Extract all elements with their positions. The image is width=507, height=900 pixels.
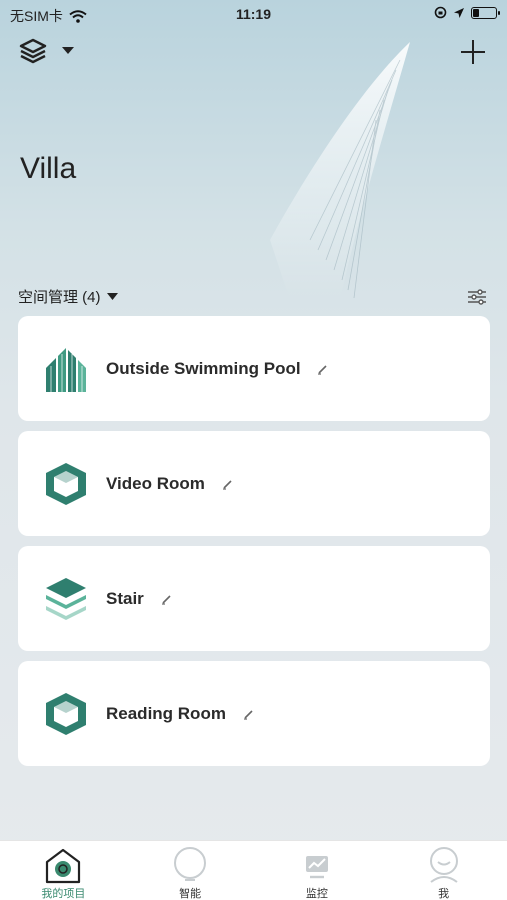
- space-management-dropdown[interactable]: 空间管理 (4): [18, 286, 118, 307]
- hexagon-box-icon: [46, 693, 86, 735]
- room-name: Outside Swimming Pool: [106, 359, 329, 379]
- tab-me[interactable]: 我: [380, 841, 507, 900]
- room-name: Stair: [106, 589, 173, 609]
- edit-icon[interactable]: [161, 593, 173, 605]
- room-name-text: Video Room: [106, 473, 205, 493]
- hexagon-box-icon: [46, 463, 86, 505]
- user-icon: [429, 847, 458, 883]
- location-icon: [454, 7, 464, 18]
- room-card[interactable]: Outside Swimming Pool: [18, 316, 490, 421]
- tab-monitor[interactable]: 监控: [254, 841, 381, 900]
- room-name: Reading Room: [106, 704, 255, 724]
- hero-building-image: [270, 42, 410, 300]
- sliders-icon[interactable]: [466, 286, 488, 308]
- battery-icon: [471, 6, 500, 19]
- bulb-icon: [174, 847, 207, 881]
- layers-icon[interactable]: [18, 36, 48, 66]
- project-switcher[interactable]: [18, 36, 74, 66]
- room-list: Outside Swimming Pool Video Room Stair R…: [18, 316, 490, 776]
- monitor-chart-icon: [305, 856, 328, 879]
- caret-down-icon: [106, 292, 118, 300]
- caret-down-icon[interactable]: [62, 47, 74, 55]
- tab-label: 智能: [179, 888, 202, 900]
- room-card[interactable]: Reading Room: [18, 661, 490, 766]
- tab-smart[interactable]: 智能: [127, 841, 254, 900]
- tab-bar: 我的项目 智能 监控 我: [0, 840, 507, 900]
- room-name-text: Stair: [106, 588, 144, 608]
- edit-icon[interactable]: [222, 478, 234, 490]
- room-name-text: Reading Room: [106, 703, 226, 723]
- edit-icon[interactable]: [317, 363, 329, 375]
- status-bar: 无SIM卡 11:19: [0, 0, 507, 30]
- section-header: 空间管理 (4): [18, 286, 488, 308]
- battery-fill: [473, 8, 479, 17]
- tab-label: 监控: [305, 888, 328, 900]
- project-title: Villa: [20, 152, 77, 185]
- stacked-layers-icon: [46, 578, 86, 620]
- room-card[interactable]: Stair: [18, 546, 490, 651]
- room-name-text: Outside Swimming Pool: [106, 358, 301, 378]
- add-button[interactable]: [459, 38, 487, 66]
- status-time: 11:19: [235, 6, 272, 22]
- home-icon: [46, 848, 81, 884]
- room-name: Video Room: [106, 474, 234, 494]
- edit-icon[interactable]: [243, 708, 255, 720]
- building-icon: [46, 348, 86, 392]
- tab-label: 我的项目: [41, 888, 86, 900]
- tab-label: 我: [438, 888, 450, 900]
- tab-my-projects[interactable]: 我的项目: [0, 841, 127, 900]
- rotation-lock-icon: [434, 6, 447, 19]
- section-title: 空间管理 (4): [18, 289, 101, 306]
- room-card[interactable]: Video Room: [18, 431, 490, 536]
- status-right: [434, 6, 500, 19]
